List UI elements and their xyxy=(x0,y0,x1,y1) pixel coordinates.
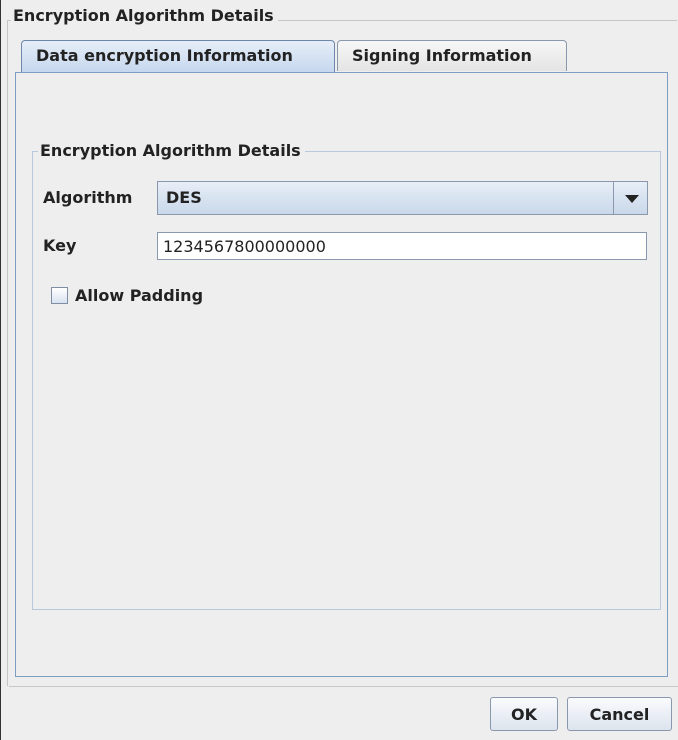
algorithm-combobox[interactable]: DES xyxy=(157,181,648,215)
chevron-down-icon[interactable] xyxy=(625,195,639,203)
ok-button[interactable]: OK xyxy=(490,697,558,731)
tab-signing-information[interactable]: Signing Information xyxy=(337,40,567,71)
outer-group-title: Encryption Algorithm Details xyxy=(11,6,278,26)
combobox-divider xyxy=(613,182,614,214)
algorithm-selected-value: DES xyxy=(166,188,202,207)
button-bar-separator xyxy=(9,686,678,687)
allow-padding-label[interactable]: Allow Padding xyxy=(75,286,203,306)
key-input[interactable] xyxy=(157,232,647,260)
cancel-button[interactable]: Cancel xyxy=(567,697,672,731)
algorithm-group-border xyxy=(32,151,661,610)
checkbox-unchecked-icon[interactable] xyxy=(51,287,68,304)
algorithm-group-title: Encryption Algorithm Details xyxy=(38,141,305,161)
encryption-dialog: Encryption Algorithm Details Data encryp… xyxy=(0,0,678,740)
key-label: Key xyxy=(43,236,77,255)
algorithm-label: Algorithm xyxy=(43,188,133,207)
tab-data-encryption-information[interactable]: Data encryption Information xyxy=(21,40,335,72)
